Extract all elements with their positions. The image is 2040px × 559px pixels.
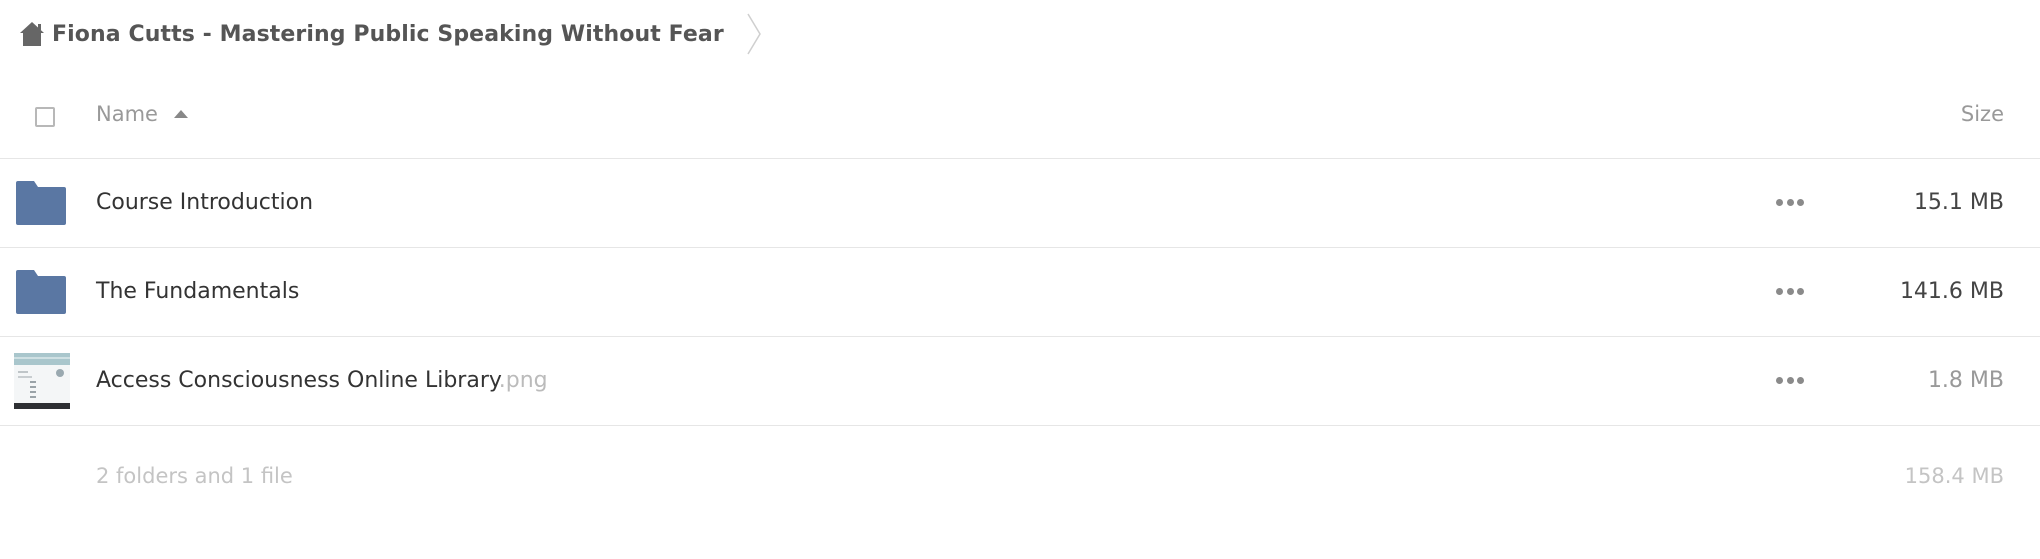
file-name[interactable]: Access Consciousness Online Library.png [96, 368, 548, 393]
file-list: Name Size Course Introduction 15.1 MB Th… [0, 80, 2040, 522]
folder-icon [16, 270, 66, 314]
file-list-summary: 2 folders and 1 file 158.4 MB [0, 426, 2040, 522]
more-options-icon[interactable] [1776, 286, 1804, 296]
file-name-base: Access Consciousness Online Library [96, 368, 499, 393]
home-icon[interactable] [18, 20, 46, 48]
breadcrumb-current-folder[interactable]: Fiona Cutts - Mastering Public Speaking … [52, 22, 724, 47]
file-size: 15.1 MB [1913, 190, 2004, 215]
summary-count: 2 folders and 1 file [96, 464, 293, 488]
file-name-base: The Fundamentals [96, 279, 300, 304]
select-all-checkbox[interactable] [35, 107, 55, 127]
file-size: 141.6 MB [1899, 279, 2004, 304]
folder-icon [16, 181, 66, 225]
name-column-label: Name [96, 102, 158, 126]
name-column-header[interactable]: Name [96, 102, 188, 126]
breadcrumb: Fiona Cutts - Mastering Public Speaking … [18, 12, 764, 56]
file-name-base: Course Introduction [96, 190, 314, 215]
image-thumbnail [14, 353, 70, 409]
file-name[interactable]: The Fundamentals [96, 279, 299, 304]
more-options-icon[interactable] [1776, 197, 1804, 207]
size-column-header[interactable]: Size [1961, 102, 2004, 126]
file-size: 1.8 MB [1927, 368, 2004, 393]
file-row[interactable]: The Fundamentals 141.6 MB [0, 248, 2040, 337]
file-row[interactable]: Access Consciousness Online Library.png … [0, 337, 2040, 426]
summary-total-size: 158.4 MB [1904, 464, 2004, 488]
file-name-extension: .png [498, 368, 548, 393]
file-list-header: Name Size [0, 80, 2040, 159]
file-row[interactable]: Course Introduction 15.1 MB [0, 159, 2040, 248]
file-name[interactable]: Course Introduction [96, 190, 313, 215]
more-options-icon[interactable] [1776, 375, 1804, 385]
breadcrumb-chevron-icon [746, 12, 764, 56]
sort-ascending-icon [173, 110, 188, 118]
